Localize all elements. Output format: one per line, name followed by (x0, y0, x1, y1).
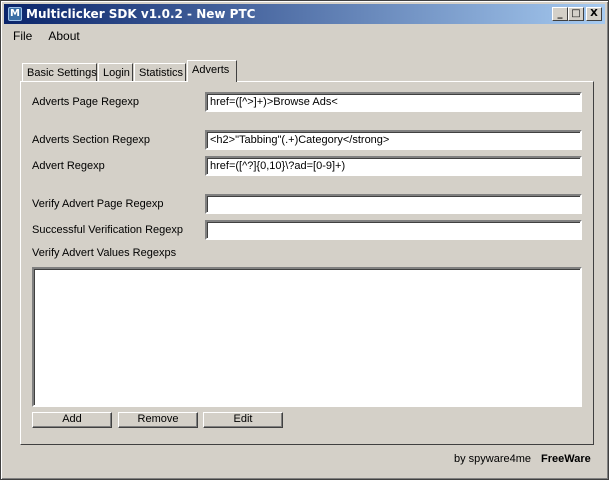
license-text: FreeWare (541, 453, 591, 465)
successful-verification-regexp-input[interactable] (205, 220, 582, 240)
window-title: Multiclicker SDK v1.0.2 - New PTC (26, 7, 256, 21)
verify-advert-page-regexp-label: Verify Advert Page Regexp (32, 198, 164, 210)
advert-regexp-input[interactable]: href=([^?]{0,10}\?ad=[0-9]+) (205, 156, 582, 176)
adverts-page-regexp-label: Adverts Page Regexp (32, 96, 140, 108)
adverts-section-regexp-input[interactable]: <h2>"Tabbing"(.+)Category</strong> (205, 130, 582, 150)
remove-button[interactable]: Remove (118, 412, 198, 428)
advert-regexp-label: Advert Regexp (32, 160, 105, 172)
edit-button[interactable]: Edit (203, 412, 283, 428)
successful-verification-regexp-label: Successful Verification Regexp (32, 224, 184, 236)
verify-advert-values-regexps-label: Verify Advert Values Regexps (32, 247, 177, 259)
window-controls: _ □ X (552, 7, 602, 21)
close-button[interactable]: X (586, 7, 602, 21)
adverts-panel: Adverts Page Regexp href=([^>]+)>Browse … (20, 81, 594, 445)
add-button[interactable]: Add (32, 412, 112, 428)
tab-basic-settings[interactable]: Basic Settings (22, 63, 97, 82)
tab-adverts[interactable]: Adverts (187, 60, 237, 82)
tab-statistics[interactable]: Statistics (134, 63, 186, 82)
maximize-button[interactable]: □ (568, 7, 584, 21)
adverts-page-regexp-input[interactable]: href=([^>]+)>Browse Ads< (205, 92, 582, 112)
app-window: M Multiclicker SDK v1.0.2 - New PTC _ □ … (0, 0, 609, 480)
credit-text: by spyware4me (454, 453, 532, 465)
tab-login[interactable]: Login (98, 63, 133, 82)
menu-file[interactable]: File (5, 26, 40, 44)
title-bar[interactable]: M Multiclicker SDK v1.0.2 - New PTC _ □ … (4, 4, 605, 24)
app-m-icon: M (8, 7, 22, 21)
verify-advert-page-regexp-input[interactable] (205, 194, 582, 214)
verify-advert-values-list[interactable] (32, 267, 582, 407)
adverts-section-regexp-label: Adverts Section Regexp (32, 134, 151, 146)
menu-about[interactable]: About (40, 26, 87, 44)
minimize-button[interactable]: _ (552, 7, 568, 21)
menu-bar: File About (5, 26, 88, 44)
